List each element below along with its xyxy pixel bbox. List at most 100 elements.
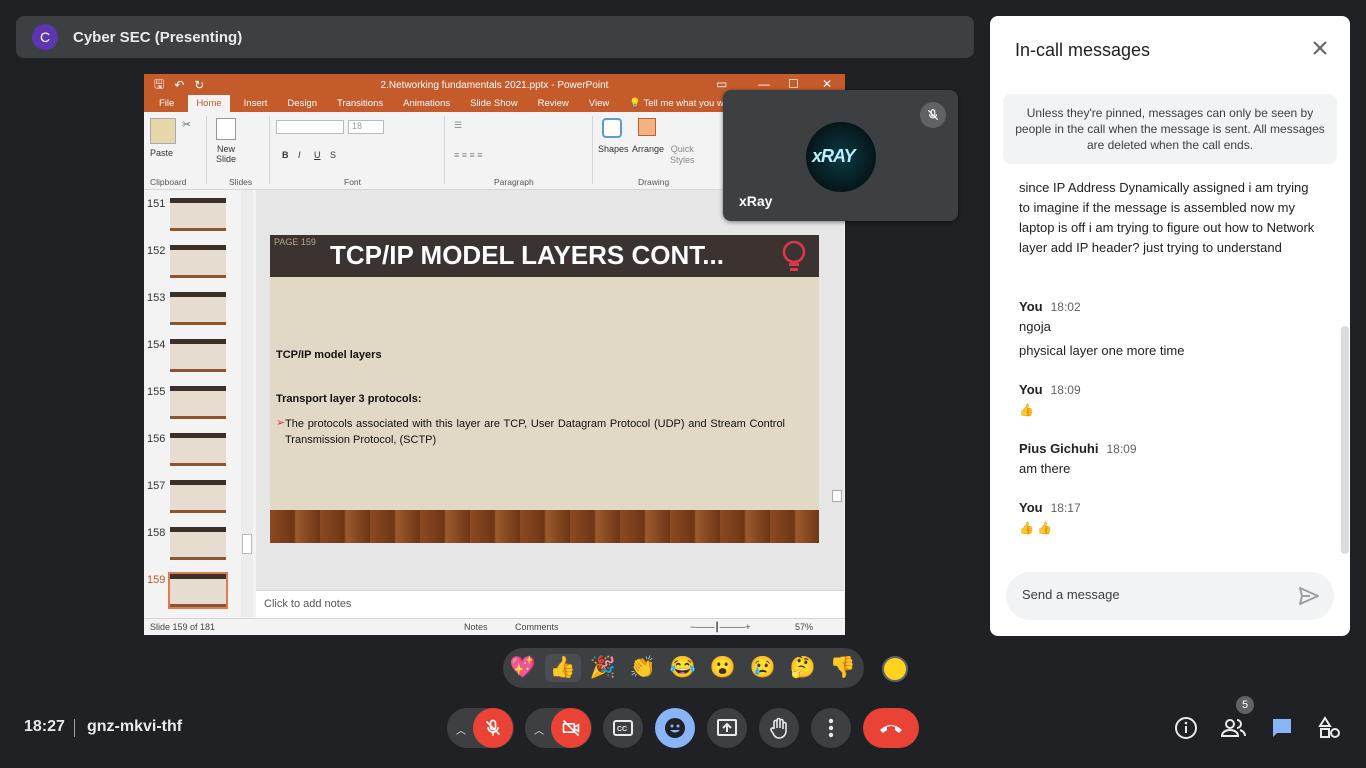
- avatar: xRAY: [806, 122, 876, 192]
- mic-toggle-button[interactable]: [473, 708, 513, 748]
- reactions-button[interactable]: [655, 708, 695, 748]
- chat-icon: [1273, 719, 1291, 737]
- thumb-number: 153: [147, 292, 166, 304]
- reaction-thinking[interactable]: 🤔: [785, 654, 821, 682]
- mic-options-chevron-icon[interactable]: ︿: [456, 722, 466, 737]
- tab-transitions: Transitions: [337, 98, 384, 109]
- bullets-icon: ☰: [454, 120, 463, 130]
- participant-tile[interactable]: xRAY xRay: [723, 90, 958, 221]
- reaction-party-popper[interactable]: 🎉: [585, 654, 621, 682]
- thumb-number: 157: [147, 480, 166, 492]
- new-slide-label: New Slide: [216, 144, 237, 164]
- slide-thumbnail-selected: [168, 572, 228, 609]
- meeting-clock: 18:27: [24, 718, 65, 735]
- reaction-crying[interactable]: 😢: [745, 654, 781, 682]
- tab-review: Review: [537, 98, 569, 109]
- info-icon: [1175, 717, 1197, 739]
- present-screen-button[interactable]: [707, 708, 747, 748]
- camera-off-icon: [562, 719, 580, 737]
- more-options-button[interactable]: [811, 708, 851, 748]
- bullet-arrow-icon: ➢: [276, 417, 286, 429]
- mic-off-icon: [485, 719, 501, 736]
- tab-insert: Insert: [243, 98, 268, 109]
- chat-button[interactable]: [1270, 716, 1294, 745]
- camera-toggle-button[interactable]: [551, 708, 591, 748]
- thumb-number: 158: [147, 527, 166, 539]
- font-size-box: 18: [348, 120, 384, 134]
- slide-thumbnail-pane: 151 152 153 154 155 156 157 158 159: [144, 190, 241, 617]
- align-icon: ≡ ≡ ≡ ≡: [454, 150, 483, 160]
- slide-thumbnail: [170, 527, 226, 560]
- chat-message-list: since IP Address Dynamically assigned i …: [990, 176, 1350, 556]
- tab-design: Design: [287, 98, 317, 109]
- group-slides: Slides: [229, 177, 253, 187]
- chat-message: since IP Address Dynamically assigned i …: [1019, 180, 1315, 255]
- tab-slideshow: Slide Show: [470, 98, 518, 109]
- chat-message: 👍 👍: [1019, 521, 1053, 535]
- thumb-number-selected: 159: [147, 574, 166, 586]
- thumbnail-scrollbar: [241, 190, 253, 617]
- avatar-logo: xRAY: [812, 146, 856, 166]
- chat-sender: You 18:17: [1019, 500, 1081, 515]
- current-slide: PAGE 159 TCP/IP MODEL LAYERS CONT... TCP…: [270, 235, 819, 543]
- cut-icon: ✂: [182, 119, 192, 131]
- chat-sender: You 18:02: [1019, 299, 1081, 314]
- reaction-sparkling-heart[interactable]: 💖: [505, 654, 541, 682]
- close-icon[interactable]: [1310, 38, 1330, 63]
- raise-hand-button[interactable]: [759, 708, 799, 748]
- maximize-icon: ☐: [788, 77, 799, 91]
- new-slide-icon: [216, 118, 236, 140]
- thumb-number: 156: [147, 433, 166, 445]
- font-name-box: [276, 120, 344, 134]
- comments-button: Comments: [515, 622, 559, 632]
- paste-label: Paste: [150, 148, 174, 158]
- chat-scrollbar[interactable]: [1341, 326, 1349, 554]
- thumb-number: 155: [147, 386, 166, 398]
- slide-title: TCP/IP MODEL LAYERS CONT...: [330, 240, 724, 270]
- slide-thumbnail: [170, 245, 226, 278]
- raise-hand-icon: [770, 717, 787, 739]
- minimize-icon: —: [758, 77, 770, 91]
- activities-icon: [1318, 716, 1340, 738]
- tab-home: Home: [188, 95, 230, 112]
- tab-view: View: [588, 98, 610, 109]
- tell-me-box: 💡 Tell me what you w: [629, 98, 724, 112]
- activities-button[interactable]: [1318, 716, 1342, 745]
- people-button[interactable]: [1220, 716, 1247, 745]
- people-icon: [1220, 719, 1246, 737]
- thumb-number: 154: [147, 339, 166, 351]
- send-icon[interactable]: [1298, 586, 1320, 609]
- camera-options-chevron-icon[interactable]: ︿: [534, 722, 544, 737]
- thumbnail-scroll-knob: [242, 534, 252, 554]
- slide-heading-2: Transport layer 3 protocols:: [276, 393, 422, 405]
- reaction-joy[interactable]: 😂: [665, 654, 701, 682]
- leave-call-button[interactable]: [863, 708, 919, 748]
- participant-count-badge: 5: [1236, 696, 1254, 714]
- reaction-thumbs-up[interactable]: 👍: [545, 654, 581, 682]
- smiley-icon: [665, 718, 685, 738]
- reaction-clapping[interactable]: 👏: [625, 654, 661, 682]
- lightbulb-icon: 💡: [629, 98, 642, 109]
- chat-message: am there: [1019, 461, 1071, 476]
- reaction-surprised[interactable]: 😮: [705, 654, 741, 682]
- skin-tone-picker[interactable]: [882, 656, 908, 682]
- sender-name: You: [1019, 382, 1043, 397]
- group-font: Font: [344, 177, 362, 187]
- captions-button[interactable]: CC: [603, 708, 643, 748]
- chat-sender: Pius Gichuhi 18:09: [1019, 441, 1137, 456]
- presenter-bar: C Cyber SEC (Presenting): [16, 16, 974, 58]
- slide-thumbnail: [170, 198, 226, 231]
- notes-area: Click to add notes: [256, 590, 844, 618]
- slide-header: PAGE 159 TCP/IP MODEL LAYERS CONT...: [270, 235, 819, 277]
- sender-name: Pius Gichuhi: [1019, 441, 1099, 456]
- meeting-details-button[interactable]: [1174, 716, 1198, 745]
- slide-bullet: The protocols associated with this layer…: [285, 418, 785, 446]
- slide-heading-1: TCP/IP model layers: [276, 349, 382, 361]
- mic-off-icon: [920, 102, 946, 128]
- hang-up-icon: [880, 725, 902, 733]
- reactions-bar: 💖 👍 🎉 👏 😂 😮 😢 🤔 👎: [503, 648, 864, 688]
- reaction-thumbs-down[interactable]: 👎: [825, 654, 861, 682]
- divider: [74, 719, 75, 737]
- chat-message-input[interactable]: Send a message: [1006, 572, 1334, 620]
- underline-icon: U: [314, 150, 321, 160]
